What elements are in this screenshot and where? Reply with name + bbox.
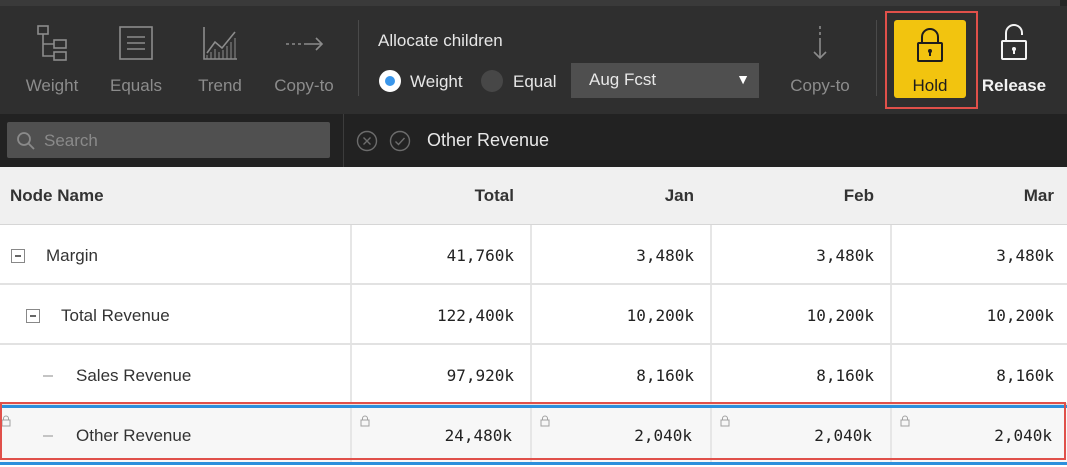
cell-mar[interactable]: 2,040k — [902, 426, 1052, 445]
forecast-select[interactable]: Aug Fcst ▼ — [571, 63, 759, 98]
column-header-feb[interactable]: Feb — [724, 186, 874, 206]
column-header-mar[interactable]: Mar — [904, 186, 1054, 206]
confirm-circle-icon[interactable] — [389, 130, 411, 152]
search-input[interactable] — [42, 126, 326, 156]
table-row-sales-revenue[interactable]: Sales Revenue 97,920k 8,160k 8,160k 8,16… — [0, 345, 1067, 405]
search-bar-divider — [343, 114, 344, 167]
cell-mar[interactable]: 8,160k — [904, 366, 1054, 385]
cell-total[interactable]: 41,760k — [364, 246, 514, 265]
cell-jan[interactable]: 10,200k — [544, 306, 694, 325]
search-box — [7, 122, 330, 158]
leaf-node-icon — [43, 375, 53, 377]
weight-button[interactable]: Weight — [12, 22, 92, 102]
weight-radio-label: Weight — [410, 72, 463, 91]
equals-button-label: Equals — [110, 76, 162, 95]
table-row-margin[interactable]: Margin 41,760k 3,480k 3,480k 3,480k — [0, 225, 1067, 285]
weight-button-label: Weight — [25, 76, 79, 95]
column-header-total[interactable]: Total — [364, 186, 514, 206]
toolbar-top-strip — [0, 0, 1067, 6]
cell-total[interactable]: 122,400k — [364, 306, 514, 325]
trend-button[interactable]: Trend — [180, 22, 260, 102]
hold-button-label: Hold — [912, 76, 948, 95]
search-bar: Other Revenue — [0, 114, 1067, 167]
release-button[interactable]: Release — [980, 22, 1048, 102]
copy-to-down-label: Copy-to — [790, 76, 850, 95]
equal-radio-label: Equal — [513, 72, 557, 91]
toolbar: Weight Equals Trend Copy-to Allocate chi… — [0, 0, 1067, 114]
forecast-select-value: Aug Fcst — [589, 70, 657, 89]
data-grid: Node Name Total Jan Feb Mar Margin 41,76… — [0, 167, 1067, 467]
collapse-toggle-icon[interactable] — [26, 309, 40, 323]
caret-down-icon: ▼ — [736, 71, 750, 87]
copy-to-right-label: Copy-to — [274, 76, 334, 95]
node-name: Sales Revenue — [76, 366, 192, 385]
node-name: Total Revenue — [61, 306, 170, 325]
equal-radio[interactable] — [481, 70, 503, 92]
trend-button-label: Trend — [198, 76, 242, 95]
lock-icon — [917, 28, 943, 62]
table-row-other-revenue[interactable]: Other Revenue 24,480k 2,040k 2,040k 2,04… — [0, 405, 1067, 465]
node-name: Other Revenue — [76, 426, 192, 445]
toolbar-divider — [876, 20, 877, 96]
column-header-node-name[interactable]: Node Name — [10, 186, 104, 206]
copy-to-down-button[interactable]: Copy-to — [780, 22, 860, 102]
arrow-down-icon — [813, 26, 827, 60]
trend-chart-icon — [203, 27, 237, 60]
cell-feb[interactable]: 10,200k — [724, 306, 874, 325]
hold-button[interactable]: Hold — [894, 20, 966, 98]
cell-feb[interactable]: 2,040k — [722, 426, 872, 445]
equals-icon — [119, 26, 153, 60]
cell-total[interactable]: 97,920k — [364, 366, 514, 385]
node-name: Margin — [46, 246, 98, 265]
arrow-right-icon — [286, 37, 324, 51]
cell-total[interactable]: 24,480k — [362, 426, 512, 445]
clear-circle-icon[interactable] — [356, 130, 378, 152]
toolbar-divider — [358, 20, 359, 96]
cell-jan[interactable]: 2,040k — [542, 426, 692, 445]
allocate-children-title: Allocate children — [378, 31, 503, 50]
cell-jan[interactable]: 8,160k — [544, 366, 694, 385]
release-button-label: Release — [981, 76, 1047, 95]
weight-radio[interactable] — [379, 70, 401, 92]
weight-tree-icon — [37, 25, 67, 61]
unlock-icon — [1001, 24, 1027, 60]
cell-feb[interactable]: 8,160k — [724, 366, 874, 385]
cell-feb[interactable]: 3,480k — [724, 246, 874, 265]
search-icon — [17, 132, 35, 150]
cell-mar[interactable]: 3,480k — [904, 246, 1054, 265]
cell-mar[interactable]: 10,200k — [904, 306, 1054, 325]
grid-header: Node Name Total Jan Feb Mar — [0, 167, 1067, 225]
equals-button[interactable]: Equals — [96, 22, 176, 102]
column-header-jan[interactable]: Jan — [544, 186, 694, 206]
leaf-node-icon — [43, 435, 53, 437]
collapse-toggle-icon[interactable] — [11, 249, 25, 263]
table-row-total-revenue[interactable]: Total Revenue 122,400k 10,200k 10,200k 1… — [0, 285, 1067, 345]
selected-node-label: Other Revenue — [427, 130, 550, 150]
copy-to-right-button[interactable]: Copy-to — [264, 22, 344, 102]
cell-jan[interactable]: 3,480k — [544, 246, 694, 265]
lock-icon — [1, 415, 11, 427]
